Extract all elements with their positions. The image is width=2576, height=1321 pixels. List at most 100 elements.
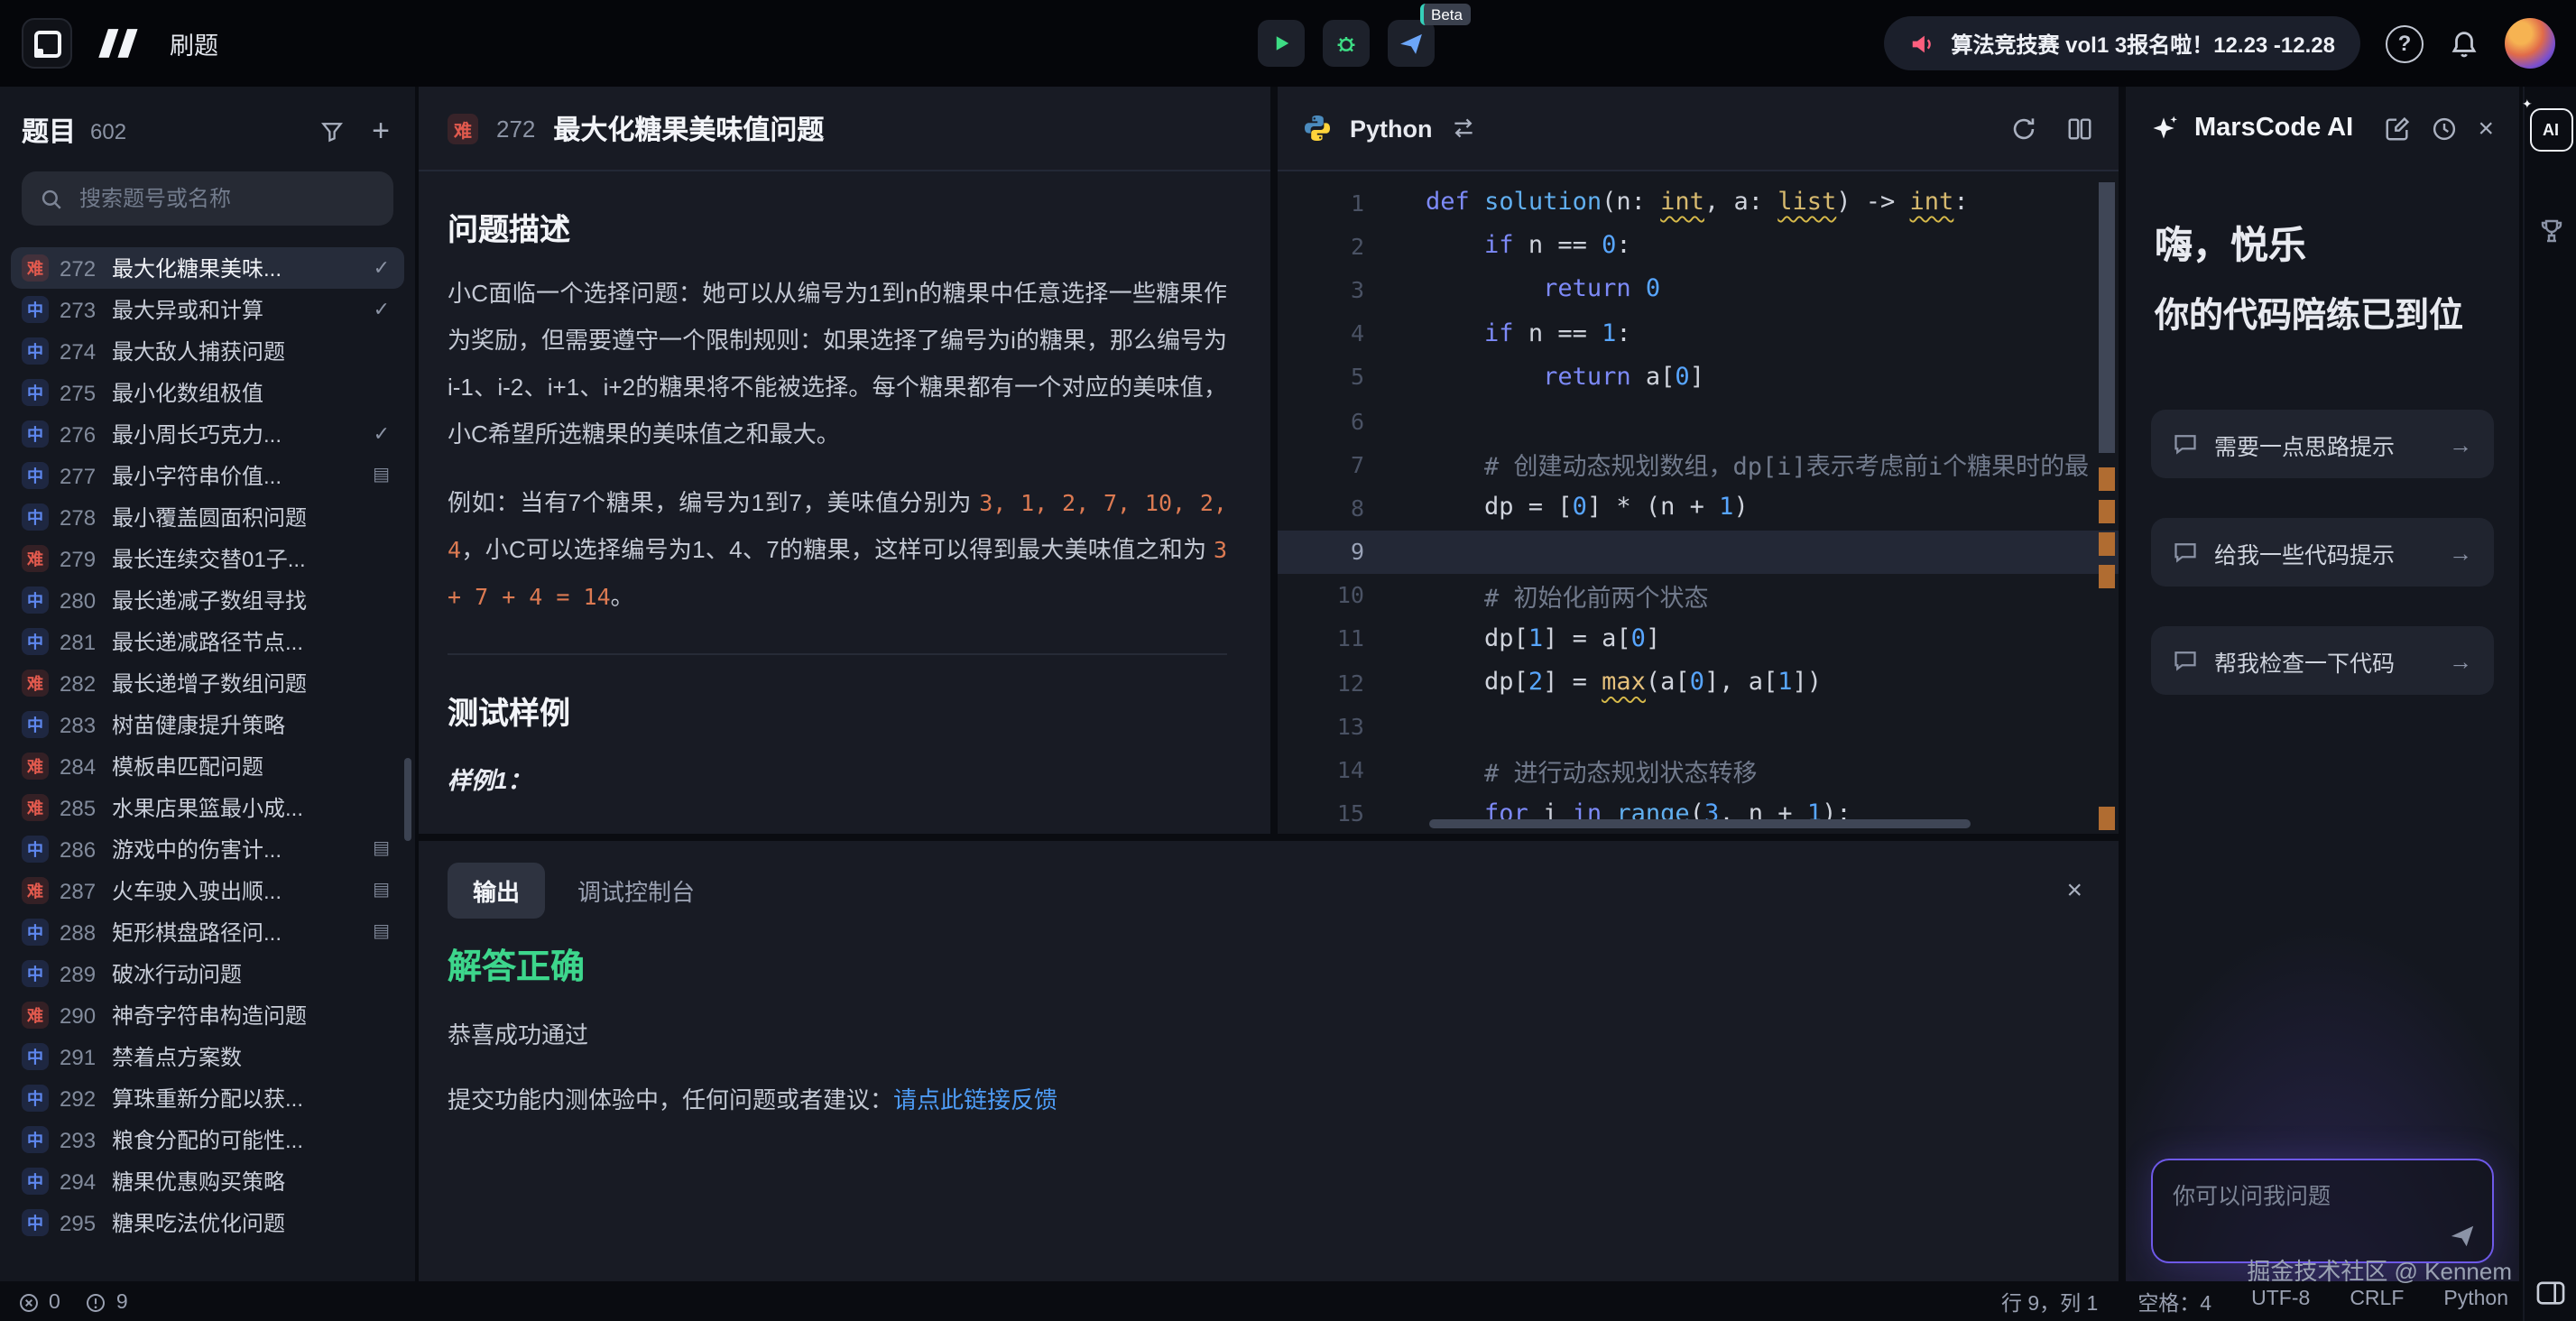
- ai-input-box[interactable]: [2151, 1159, 2494, 1263]
- problem-list-item[interactable]: 难272最大化糖果美味...✓: [11, 247, 404, 289]
- switch-language-icon[interactable]: [1451, 115, 1476, 141]
- code-line[interactable]: 5 return a[0]: [1278, 356, 2119, 399]
- add-icon[interactable]: +: [372, 115, 390, 146]
- code-line[interactable]: 10 # 初始化前两个状态: [1278, 573, 2119, 616]
- code-line[interactable]: 12 dp[2] = max(a[0], a[1]): [1278, 660, 2119, 704]
- problems-summary[interactable]: 0 9: [0, 1292, 128, 1314]
- status-right: 行 9，列 1 空格：4 UTF-8 CRLF Python: [2001, 1289, 2523, 1317]
- search-box[interactable]: [22, 171, 393, 226]
- sample-label: 样例1：: [448, 762, 1227, 796]
- send-icon[interactable]: [2449, 1222, 2476, 1249]
- code-line[interactable]: 7 # 创建动态规划数组，dp[i]表示考虑前i个糖果时的最: [1278, 442, 2119, 485]
- problem-list-item[interactable]: 难287火车驶入驶出顺...▤: [11, 870, 404, 911]
- problem-list-item[interactable]: 中288矩形棋盘路径问...▤: [11, 911, 404, 953]
- problem-list-item[interactable]: 中294糖果优惠购买策略: [11, 1160, 404, 1202]
- contest-icon[interactable]: [2536, 217, 2565, 245]
- problem-title: 火车驶入驶出顺...: [112, 875, 362, 906]
- problem-list-item[interactable]: 中286游戏中的伤害计...▤: [11, 828, 404, 870]
- close-icon[interactable]: ×: [2478, 113, 2494, 143]
- language-label[interactable]: Python: [1350, 115, 1433, 142]
- contest-banner-text: 算法竞技赛 vol1 3报名啦！12.23 -12.28: [1952, 28, 2336, 59]
- problem-list-item[interactable]: 中277最小字符串价值...▤: [11, 455, 404, 496]
- line-number: 3: [1278, 276, 1390, 303]
- code-line[interactable]: 4 if n == 1:: [1278, 311, 2119, 355]
- problem-list-item[interactable]: 中281最长递减路径节点...: [11, 621, 404, 662]
- tab-debug-console[interactable]: 调试控制台: [577, 873, 695, 908]
- problem-list-item[interactable]: 中274最大敌人捕获问题: [11, 330, 404, 372]
- editor-scrollbar[interactable]: [2099, 182, 2115, 453]
- problem-title: 糖果优惠购买策略: [112, 1166, 393, 1196]
- code-line[interactable]: 6: [1278, 399, 2119, 442]
- filter-icon[interactable]: [319, 118, 345, 143]
- reset-code-icon[interactable]: [2010, 115, 2037, 142]
- ai-suggestion-card[interactable]: 需要一点思路提示→: [2151, 410, 2494, 478]
- sidebar-scrollbar[interactable]: [404, 758, 411, 841]
- ai-input[interactable]: [2173, 1177, 2472, 1234]
- difficulty-badge: 中: [22, 960, 49, 987]
- compare-icon[interactable]: [2066, 115, 2093, 142]
- code-line[interactable]: 8 dp = [0] * (n + 1): [1278, 486, 2119, 530]
- code-line[interactable]: 13: [1278, 705, 2119, 748]
- problem-list-item[interactable]: 难284模板串匹配问题: [11, 745, 404, 787]
- difficulty-badge: 中: [22, 711, 49, 738]
- problem-description: 小C面临一个选择问题：她可以从编号为1到n的糖果中任意选择一些糖果作为奖励，但需…: [448, 271, 1227, 458]
- problem-list-item[interactable]: 难285水果店果篮最小成...: [11, 787, 404, 828]
- status-item[interactable]: UTF-8: [2251, 1289, 2310, 1317]
- bell-icon[interactable]: [2449, 28, 2479, 59]
- submit-button[interactable]: Beta: [1388, 20, 1435, 67]
- problem-list-item[interactable]: 中275最小化数组极值: [11, 372, 404, 413]
- code-line[interactable]: 3 return 0: [1278, 268, 2119, 311]
- status-item[interactable]: 空格：4: [2137, 1289, 2211, 1317]
- run-button[interactable]: [1258, 20, 1305, 67]
- debug-button[interactable]: [1323, 20, 1370, 67]
- difficulty-badge: 中: [22, 379, 49, 406]
- code-line[interactable]: 2 if n == 0:: [1278, 224, 2119, 267]
- history-icon[interactable]: [2431, 115, 2458, 142]
- code-line[interactable]: 14 # 进行动态规划状态转移: [1278, 748, 2119, 791]
- status-item[interactable]: 行 9，列 1: [2001, 1289, 2098, 1317]
- code-editor[interactable]: 1def solution(n: int, a: list) -> int:2 …: [1278, 171, 2119, 834]
- marscode-logo-icon[interactable]: [94, 27, 148, 60]
- problem-list-item[interactable]: 中295糖果吃法优化问题: [11, 1202, 404, 1243]
- close-icon[interactable]: ×: [2066, 875, 2082, 906]
- feedback-link[interactable]: 请点此链接反馈: [893, 1086, 1057, 1113]
- problem-list-item[interactable]: 中291禁着点方案数: [11, 1036, 404, 1077]
- difficulty-badge: 中: [22, 337, 49, 365]
- problem-id: 288: [60, 919, 101, 945]
- tab-output[interactable]: 输出: [448, 863, 545, 919]
- contest-banner[interactable]: 算法竞技赛 vol1 3报名啦！12.23 -12.28: [1885, 16, 2361, 70]
- problem-list-item[interactable]: 中278最小覆盖圆面积问题: [11, 496, 404, 538]
- code-text: return 0: [1390, 275, 1660, 304]
- search-input[interactable]: [76, 184, 375, 213]
- code-line[interactable]: 11 dp[1] = a[0]: [1278, 617, 2119, 660]
- panel-toggle-icon[interactable]: [2535, 1279, 2566, 1307]
- avatar[interactable]: [2505, 18, 2555, 69]
- code-line[interactable]: 1def solution(n: int, a: list) -> int:: [1278, 180, 2119, 224]
- problem-list-item[interactable]: 中276最小周长巧克力...✓: [11, 413, 404, 455]
- workspace-logo-icon[interactable]: [22, 18, 72, 69]
- problem-list-item[interactable]: 难282最长递增子数组问题: [11, 662, 404, 704]
- new-chat-icon[interactable]: [2384, 115, 2411, 142]
- line-number: 15: [1278, 799, 1390, 827]
- problem-id: 272: [60, 255, 101, 281]
- editor-hscrollbar[interactable]: [1429, 819, 1971, 828]
- change-mark: [2099, 500, 2115, 523]
- ai-suggestion-card[interactable]: 帮我检查一下代码→: [2151, 626, 2494, 695]
- problem-list-item[interactable]: 中273最大异或和计算✓: [11, 289, 404, 330]
- status-item[interactable]: CRLF: [2350, 1289, 2404, 1317]
- ai-suggestion-card[interactable]: 给我一些代码提示→: [2151, 518, 2494, 587]
- problem-list-item[interactable]: 中283树苗健康提升策略: [11, 704, 404, 745]
- problem-list-item[interactable]: 中292算珠重新分配以获...: [11, 1077, 404, 1119]
- ai-greeting-sub: 你的代码陪练已到位: [2155, 289, 2490, 337]
- ai-assistant-icon[interactable]: AI: [2529, 108, 2572, 152]
- problem-list-item[interactable]: 中289破冰行动问题: [11, 953, 404, 994]
- problem-id: 284: [60, 753, 101, 779]
- problem-list-item[interactable]: 中280最长递减子数组寻找: [11, 579, 404, 621]
- problem-list-item[interactable]: 中293粮食分配的可能性...: [11, 1119, 404, 1160]
- nav-practice[interactable]: 刷题: [170, 25, 218, 61]
- code-line[interactable]: 9: [1278, 530, 2119, 573]
- problem-list-item[interactable]: 难279最长连续交替01子...: [11, 538, 404, 579]
- status-item[interactable]: Python: [2443, 1289, 2508, 1317]
- problem-list-item[interactable]: 难290神奇字符串构造问题: [11, 994, 404, 1036]
- help-icon[interactable]: ?: [2386, 24, 2424, 62]
